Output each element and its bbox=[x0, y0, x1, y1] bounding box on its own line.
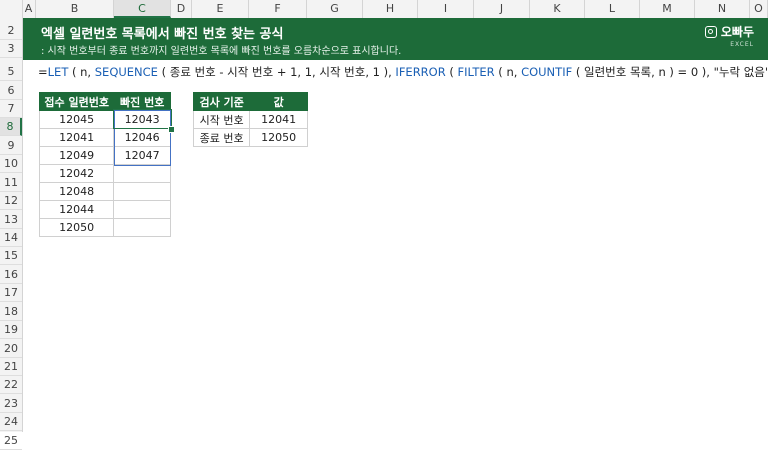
cell-serial[interactable]: 12041 bbox=[38, 128, 115, 147]
row-header-6[interactable]: 6 bbox=[0, 82, 22, 100]
title-banner: 엑셀 일련번호 목록에서 빠진 번호 찾는 공식 : 시작 번호부터 종료 번호… bbox=[23, 18, 768, 60]
serial-list-table: 접수 일련번호 빠진 번호 12045 12043 12041 12046 1204… bbox=[38, 92, 171, 237]
cell-criteria-label[interactable]: 시작 번호 bbox=[192, 110, 251, 129]
formula-text[interactable]: =LET ( n, SEQUENCE ( 종료 번호 - 시작 번호 + 1, … bbox=[38, 64, 768, 80]
row-header-12[interactable]: 12 bbox=[0, 192, 22, 210]
cell-serial[interactable]: 12050 bbox=[38, 218, 115, 237]
row-header-23[interactable]: 23 bbox=[0, 395, 22, 413]
formula-part: = bbox=[38, 65, 48, 79]
column-header-G[interactable]: G bbox=[307, 0, 363, 18]
column-header-I[interactable]: I bbox=[418, 0, 474, 18]
cell-missing[interactable]: 12046 bbox=[113, 128, 171, 147]
row-header-8[interactable]: 8 bbox=[0, 118, 22, 136]
column-header-bar: A B C D E F G H I J K L M N O bbox=[0, 0, 768, 19]
row-header-24[interactable]: 24 bbox=[0, 413, 22, 431]
select-all-corner[interactable] bbox=[0, 0, 23, 18]
column-header-D[interactable]: D bbox=[171, 0, 192, 18]
header-criteria[interactable]: 검사 기준 bbox=[192, 92, 251, 111]
cell-criteria-label[interactable]: 종료 번호 bbox=[192, 128, 251, 147]
row-header-15[interactable]: 15 bbox=[0, 247, 22, 265]
column-header-H[interactable]: H bbox=[363, 0, 418, 18]
row-header-16[interactable]: 16 bbox=[0, 266, 22, 284]
fn-iferror: IFERROR bbox=[395, 65, 446, 79]
row-header-2[interactable]: 2 bbox=[0, 22, 22, 40]
banner-title: 엑셀 일련번호 목록에서 빠진 번호 찾는 공식 bbox=[41, 27, 284, 42]
row-header-19[interactable]: 19 bbox=[0, 321, 22, 339]
logo-subtext: EXCEL bbox=[730, 41, 754, 48]
column-header-A[interactable]: A bbox=[22, 0, 36, 18]
fn-let: LET bbox=[47, 65, 69, 79]
row-header-10[interactable]: 10 bbox=[0, 155, 22, 173]
cell-missing[interactable] bbox=[113, 164, 171, 183]
formula-part: ( 일련번호 목록, n ) = 0 ), "누락 없음" ) ) bbox=[572, 65, 768, 79]
fill-handle[interactable] bbox=[168, 126, 175, 133]
cell-serial[interactable]: 12042 bbox=[38, 164, 115, 183]
logo-icon bbox=[704, 25, 717, 38]
row-header-9[interactable]: 9 bbox=[0, 137, 22, 155]
row-header-25[interactable]: 25 bbox=[0, 432, 22, 450]
column-header-B[interactable]: B bbox=[36, 0, 114, 18]
cell-criteria-value[interactable]: 12050 bbox=[249, 128, 308, 147]
row-header-14[interactable]: 14 bbox=[0, 229, 22, 247]
cell-criteria-value[interactable]: 12041 bbox=[249, 110, 308, 129]
cell-serial[interactable]: 12045 bbox=[38, 110, 115, 129]
row-header-21[interactable]: 21 bbox=[0, 358, 22, 376]
column-header-C[interactable]: C bbox=[114, 0, 171, 18]
fn-sequence: SEQUENCE bbox=[94, 65, 158, 79]
column-header-L[interactable]: L bbox=[585, 0, 640, 18]
cell-serial[interactable]: 12049 bbox=[38, 146, 115, 165]
criteria-table: 검사 기준 값 시작 번호 12041 종료 번호 12050 bbox=[192, 92, 308, 147]
row-header-18[interactable]: 18 bbox=[0, 303, 22, 321]
formula-part: ( n, bbox=[68, 65, 95, 79]
row-header-13[interactable]: 13 bbox=[0, 211, 22, 229]
header-value[interactable]: 값 bbox=[249, 92, 308, 111]
cell-missing[interactable] bbox=[113, 218, 171, 237]
column-header-K[interactable]: K bbox=[530, 0, 585, 18]
cell-missing[interactable]: 12043 bbox=[113, 110, 171, 129]
row-header-17[interactable]: 17 bbox=[0, 284, 22, 302]
row-header-5[interactable]: 5 bbox=[0, 63, 22, 81]
row-header-11[interactable]: 11 bbox=[0, 174, 22, 192]
cell-missing[interactable]: 12047 bbox=[113, 146, 171, 165]
formula-part: ( bbox=[445, 65, 458, 79]
row-header-22[interactable]: 22 bbox=[0, 376, 22, 394]
row-header-bar: 2 3 5 6 7 8 9 10 11 12 13 14 15 16 17 18… bbox=[0, 18, 23, 450]
header-missing-number[interactable]: 빠진 번호 bbox=[113, 92, 171, 111]
column-header-O[interactable]: O bbox=[750, 0, 768, 18]
row-header-7[interactable]: 7 bbox=[0, 100, 22, 118]
cell-missing[interactable] bbox=[113, 182, 171, 201]
fn-countif: COUNTIF bbox=[521, 65, 573, 79]
column-header-M[interactable]: M bbox=[640, 0, 695, 18]
column-header-F[interactable]: F bbox=[249, 0, 307, 18]
logo-text: 오빠두 bbox=[720, 25, 754, 39]
brand-logo: 오빠두 bbox=[704, 23, 754, 40]
row-header-3[interactable]: 3 bbox=[0, 40, 22, 58]
row-header-20[interactable]: 20 bbox=[0, 340, 22, 358]
fn-filter: FILTER bbox=[457, 65, 495, 79]
formula-part: ( n, bbox=[494, 65, 522, 79]
banner-subtitle: : 시작 번호부터 종료 번호까지 일련번호 목록에 빠진 번호를 오름차순으로… bbox=[41, 46, 402, 57]
cell-missing[interactable] bbox=[113, 200, 171, 219]
cell-serial[interactable]: 12048 bbox=[38, 182, 115, 201]
formula-part: ( 종료 번호 - 시작 번호 + 1, 1, 시작 번호, 1 ), bbox=[157, 65, 396, 79]
header-received-serial[interactable]: 접수 일련번호 bbox=[38, 92, 115, 111]
column-header-N[interactable]: N bbox=[695, 0, 750, 18]
cell-serial[interactable]: 12044 bbox=[38, 200, 115, 219]
column-header-E[interactable]: E bbox=[192, 0, 249, 18]
column-header-J[interactable]: J bbox=[474, 0, 530, 18]
